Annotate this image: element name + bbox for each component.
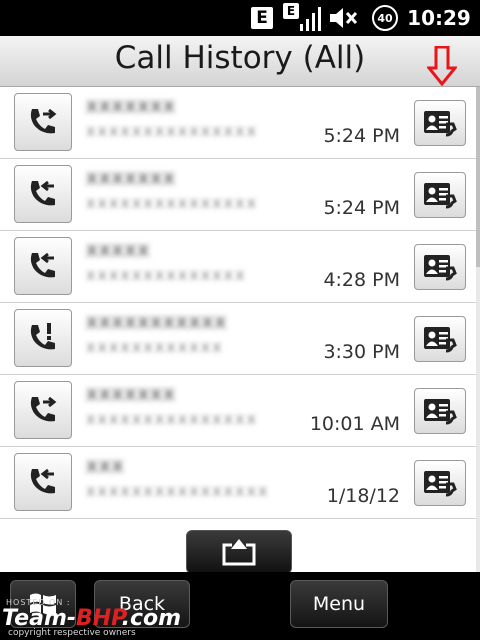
- clock[interactable]: 10:29: [406, 0, 472, 36]
- scroll-to-top-icon: [222, 539, 256, 566]
- signal-strength-icon: E: [283, 0, 323, 36]
- contact-card-button[interactable]: [414, 244, 466, 290]
- outgoing-call-icon: [26, 105, 60, 139]
- clock-text: 10:29: [407, 6, 471, 30]
- caller-name: xxxxx: [86, 237, 151, 261]
- call-type-button[interactable]: [14, 165, 72, 223]
- network-badge-2: E: [283, 3, 299, 19]
- caller-name: xxxxxxx: [86, 165, 176, 189]
- contact-card-button[interactable]: [414, 100, 466, 146]
- contact-card-icon: [422, 468, 458, 498]
- contact-card-button[interactable]: [414, 316, 466, 362]
- call-history-row[interactable]: xxxxxxx xxxxxxxxxxxxxxx 5:24 PM: [0, 87, 476, 159]
- outgoing-call-icon: [26, 393, 60, 427]
- call-history-row[interactable]: xxxxx xxxxxxxxxxxxxx 4:28 PM: [0, 231, 476, 303]
- battery-icon[interactable]: 40: [370, 0, 400, 36]
- caller-name: xxx: [86, 453, 125, 477]
- watermark: HOSTED ON : Team-BHP.com copyright respe…: [2, 598, 202, 640]
- watermark-copyright: copyright respective owners: [8, 628, 136, 638]
- call-history-screen: Call History (All) xxxxxxx xxxxxxxxxxxxxx…: [0, 36, 480, 572]
- call-history-row[interactable]: xxx xxxxxxxxxxxxxxxx 1/18/12: [0, 447, 476, 519]
- call-type-button[interactable]: [14, 93, 72, 151]
- call-time: 4:28 PM: [323, 269, 400, 291]
- contact-card-icon: [422, 252, 458, 282]
- incoming-call-icon: [26, 249, 60, 283]
- call-type-button[interactable]: [14, 309, 72, 367]
- call-type-button[interactable]: [14, 381, 72, 439]
- contact-card-icon: [422, 108, 458, 138]
- menu-button[interactable]: Menu: [290, 580, 388, 628]
- title-bar: Call History (All): [0, 36, 480, 87]
- call-time: 1/18/12: [326, 485, 400, 507]
- contact-card-icon: [422, 324, 458, 354]
- red-down-arrow-annotation: [427, 46, 457, 86]
- contact-card-icon: [422, 180, 458, 210]
- call-history-row[interactable]: xxxxxxx xxxxxxxxxxxxxxx 5:24 PM: [0, 159, 476, 231]
- network-e-icon: E: [249, 0, 275, 36]
- caller-name: xxxxxxxxxxx: [86, 309, 228, 333]
- call-time: 3:30 PM: [323, 341, 400, 363]
- contact-card-button[interactable]: [414, 388, 466, 434]
- incoming-call-icon: [26, 465, 60, 499]
- caller-number: xxxxxxxxxxxxxxxx: [86, 481, 270, 500]
- caller-number: xxxxxxxxxxxx: [86, 337, 224, 356]
- call-type-button[interactable]: [14, 453, 72, 511]
- contact-card-icon: [422, 396, 458, 426]
- missed-call-icon: [26, 321, 60, 355]
- scrollbar-thumb[interactable]: [476, 87, 480, 267]
- status-bar: E E 40 10:29: [0, 0, 480, 36]
- caller-number: xxxxxxxxxxxxxxx: [86, 121, 259, 140]
- caller-name: xxxxxxx: [86, 93, 176, 117]
- caller-number: xxxxxxxxxxxxxx: [86, 265, 247, 284]
- menu-button-label: Menu: [312, 593, 366, 615]
- call-list: xxxxxxx xxxxxxxxxxxxxxx 5:24 PM xxxxxxx xxxx…: [0, 87, 476, 519]
- page-title: Call History (All): [114, 40, 366, 76]
- contact-card-button[interactable]: [414, 172, 466, 218]
- caller-number: xxxxxxxxxxxxxxx: [86, 409, 259, 428]
- scroll-to-top-button[interactable]: [186, 530, 292, 574]
- call-history-row[interactable]: xxxxxxxxxxx xxxxxxxxxxxx 3:30 PM: [0, 303, 476, 375]
- scrollbar[interactable]: [476, 87, 480, 572]
- call-type-button[interactable]: [14, 237, 72, 295]
- caller-number: xxxxxxxxxxxxxxx: [86, 193, 259, 212]
- volume-mute-icon[interactable]: [326, 0, 360, 36]
- call-time: 5:24 PM: [323, 125, 400, 147]
- network-badge-1: E: [251, 7, 273, 29]
- call-history-row[interactable]: xxxxxxx xxxxxxxxxxxxxxx 10:01 AM: [0, 375, 476, 447]
- battery-level: 40: [372, 5, 398, 31]
- caller-name: xxxxxxx: [86, 381, 176, 405]
- contact-card-button[interactable]: [414, 460, 466, 506]
- call-time: 5:24 PM: [323, 197, 400, 219]
- call-time: 10:01 AM: [309, 413, 400, 435]
- incoming-call-icon: [26, 177, 60, 211]
